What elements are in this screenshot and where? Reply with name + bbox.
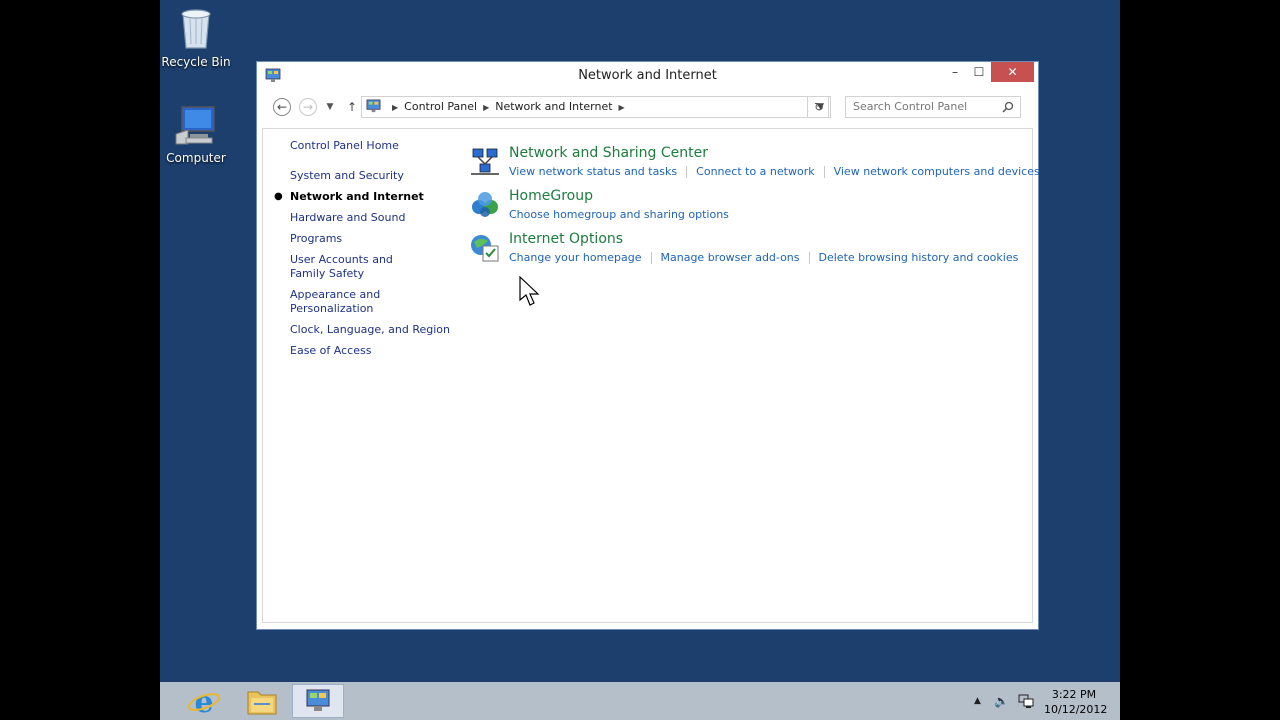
current-bullet-icon: ● <box>274 191 283 202</box>
minimize-button[interactable]: – <box>942 62 968 82</box>
recycle-bin-label: Recycle Bin <box>161 55 231 69</box>
network-sharing-center-link[interactable]: Network and Sharing Center <box>509 145 708 161</box>
manage-browser-addons-link[interactable]: Manage browser add-ons <box>661 251 800 264</box>
internet-options-link[interactable]: Internet Options <box>509 231 623 247</box>
breadcrumb: ▶ Control Panel ▶ Network and Internet ▶ <box>386 97 631 118</box>
search-placeholder: Search Control Panel <box>853 100 968 113</box>
task-links: Change your homepage Manage browser add-o… <box>509 251 1018 264</box>
computer-label: Computer <box>166 151 226 165</box>
connect-to-network-link[interactable]: Connect to a network <box>696 165 814 178</box>
sidebar-item-hardware-and-sound[interactable]: Hardware and Sound <box>290 211 450 225</box>
sidebar-item-system-and-security[interactable]: System and Security <box>290 169 450 183</box>
refresh-icon: ↻ <box>813 100 825 114</box>
sidebar-item-appearance[interactable]: Appearance and Personalization <box>290 288 390 316</box>
chevron-right-icon[interactable]: ▶ <box>392 103 398 112</box>
clock-time: 3:22 PM <box>1051 688 1097 701</box>
internet-explorer-icon: e <box>187 685 221 720</box>
taskbar-control-panel[interactable] <box>292 684 344 718</box>
clock-date: 10/12/2012 <box>1044 703 1108 716</box>
chevron-down-icon: ▼ <box>326 102 334 112</box>
up-button[interactable]: ↑ <box>343 98 361 116</box>
recent-locations-button[interactable]: ▼ <box>321 98 339 116</box>
refresh-button[interactable]: ↻ <box>807 96 831 118</box>
sidebar-item-programs[interactable]: Programs <box>290 232 450 246</box>
taskbar-internet-explorer[interactable]: e <box>178 684 230 720</box>
close-button[interactable]: ✕ <box>991 62 1034 82</box>
forward-button[interactable]: → <box>299 98 317 116</box>
volume-icon[interactable]: 🔈 <box>994 694 1009 708</box>
chevron-right-icon[interactable]: ▶ <box>483 103 489 112</box>
arrow-up-icon: ↑ <box>346 100 358 114</box>
control-panel-icon <box>366 99 381 113</box>
sidebar-item-network-and-internet: ● Network and Internet <box>274 190 450 204</box>
system-clock[interactable]: 3:22 PM 10/12/2012 <box>1044 687 1108 717</box>
breadcrumb-network-and-internet[interactable]: Network and Internet <box>495 100 612 113</box>
link-divider <box>650 252 652 264</box>
internet-options-icon <box>471 235 499 262</box>
choose-homegroup-options-link[interactable]: Choose homegroup and sharing options <box>509 208 729 221</box>
recycle-bin-icon <box>181 9 211 49</box>
maximize-button[interactable]: ☐ <box>966 62 992 82</box>
svg-text:e: e <box>194 685 213 718</box>
taskbar: e ▲ 🔈 3:22 PM 10/12/2012 <box>160 682 1120 720</box>
window-title: Network and Internet <box>578 68 717 83</box>
task-links: View network status and tasks Connect to … <box>509 165 1040 178</box>
network-sharing-icon <box>471 148 499 175</box>
arrow-right-icon: → <box>302 100 314 114</box>
file-explorer-icon <box>247 691 277 715</box>
sidebar-item-ease-of-access[interactable]: Ease of Access <box>290 344 450 358</box>
search-icon <box>1002 101 1014 113</box>
task-links: Choose homegroup and sharing options <box>509 208 729 221</box>
network-tray-icon[interactable] <box>1018 693 1034 709</box>
category-nav: Control Panel Home System and Security ●… <box>274 139 450 365</box>
control-panel-icon <box>306 689 330 711</box>
view-network-status-link[interactable]: View network status and tasks <box>509 165 677 178</box>
title-bar[interactable]: Network and Internet – ☐ ✕ <box>257 62 1038 90</box>
computer-shortcut[interactable]: Computer <box>160 104 236 165</box>
show-hidden-icons-button[interactable]: ▲ <box>974 696 981 706</box>
homegroup-icon <box>472 192 498 217</box>
search-input[interactable]: Search Control Panel <box>845 96 1021 118</box>
breadcrumb-control-panel[interactable]: Control Panel <box>404 100 477 113</box>
delete-browsing-history-link[interactable]: Delete browsing history and cookies <box>819 251 1019 264</box>
link-divider <box>686 166 688 178</box>
arrow-left-icon: ← <box>276 100 288 114</box>
sidebar-item-clock-language-region[interactable]: Clock, Language, and Region <box>290 323 450 337</box>
address-bar[interactable]: ▶ Control Panel ▶ Network and Internet ▶ ▼ <box>361 96 829 118</box>
chevron-right-icon[interactable]: ▶ <box>619 103 625 112</box>
content-area: Control Panel Home System and Security ●… <box>262 128 1040 623</box>
desktop: Recycle Bin Computer Network and Interne… <box>160 0 1120 720</box>
homegroup-link[interactable]: HomeGroup <box>509 188 593 204</box>
computer-icon <box>175 106 215 145</box>
sidebar-item-user-accounts[interactable]: User Accounts and Family Safety <box>290 253 430 281</box>
back-button[interactable]: ← <box>273 98 291 116</box>
taskbar-file-explorer[interactable] <box>236 684 288 718</box>
link-divider <box>808 252 810 264</box>
control-panel-home-link[interactable]: Control Panel Home <box>290 139 450 153</box>
control-panel-window: Network and Internet – ☐ ✕ ← → ▼ ↑ ▶ Con… <box>256 61 1040 630</box>
sidebar-item-label: Network and Internet <box>290 190 424 203</box>
navigation-bar: ← → ▼ ↑ ▶ Control Panel ▶ Network and Int <box>265 96 1030 118</box>
recycle-bin-shortcut[interactable]: Recycle Bin <box>160 6 236 69</box>
link-divider <box>823 166 825 178</box>
view-network-computers-link[interactable]: View network computers and devices <box>834 165 1040 178</box>
mouse-cursor-icon <box>519 276 540 306</box>
change-homepage-link[interactable]: Change your homepage <box>509 251 642 264</box>
